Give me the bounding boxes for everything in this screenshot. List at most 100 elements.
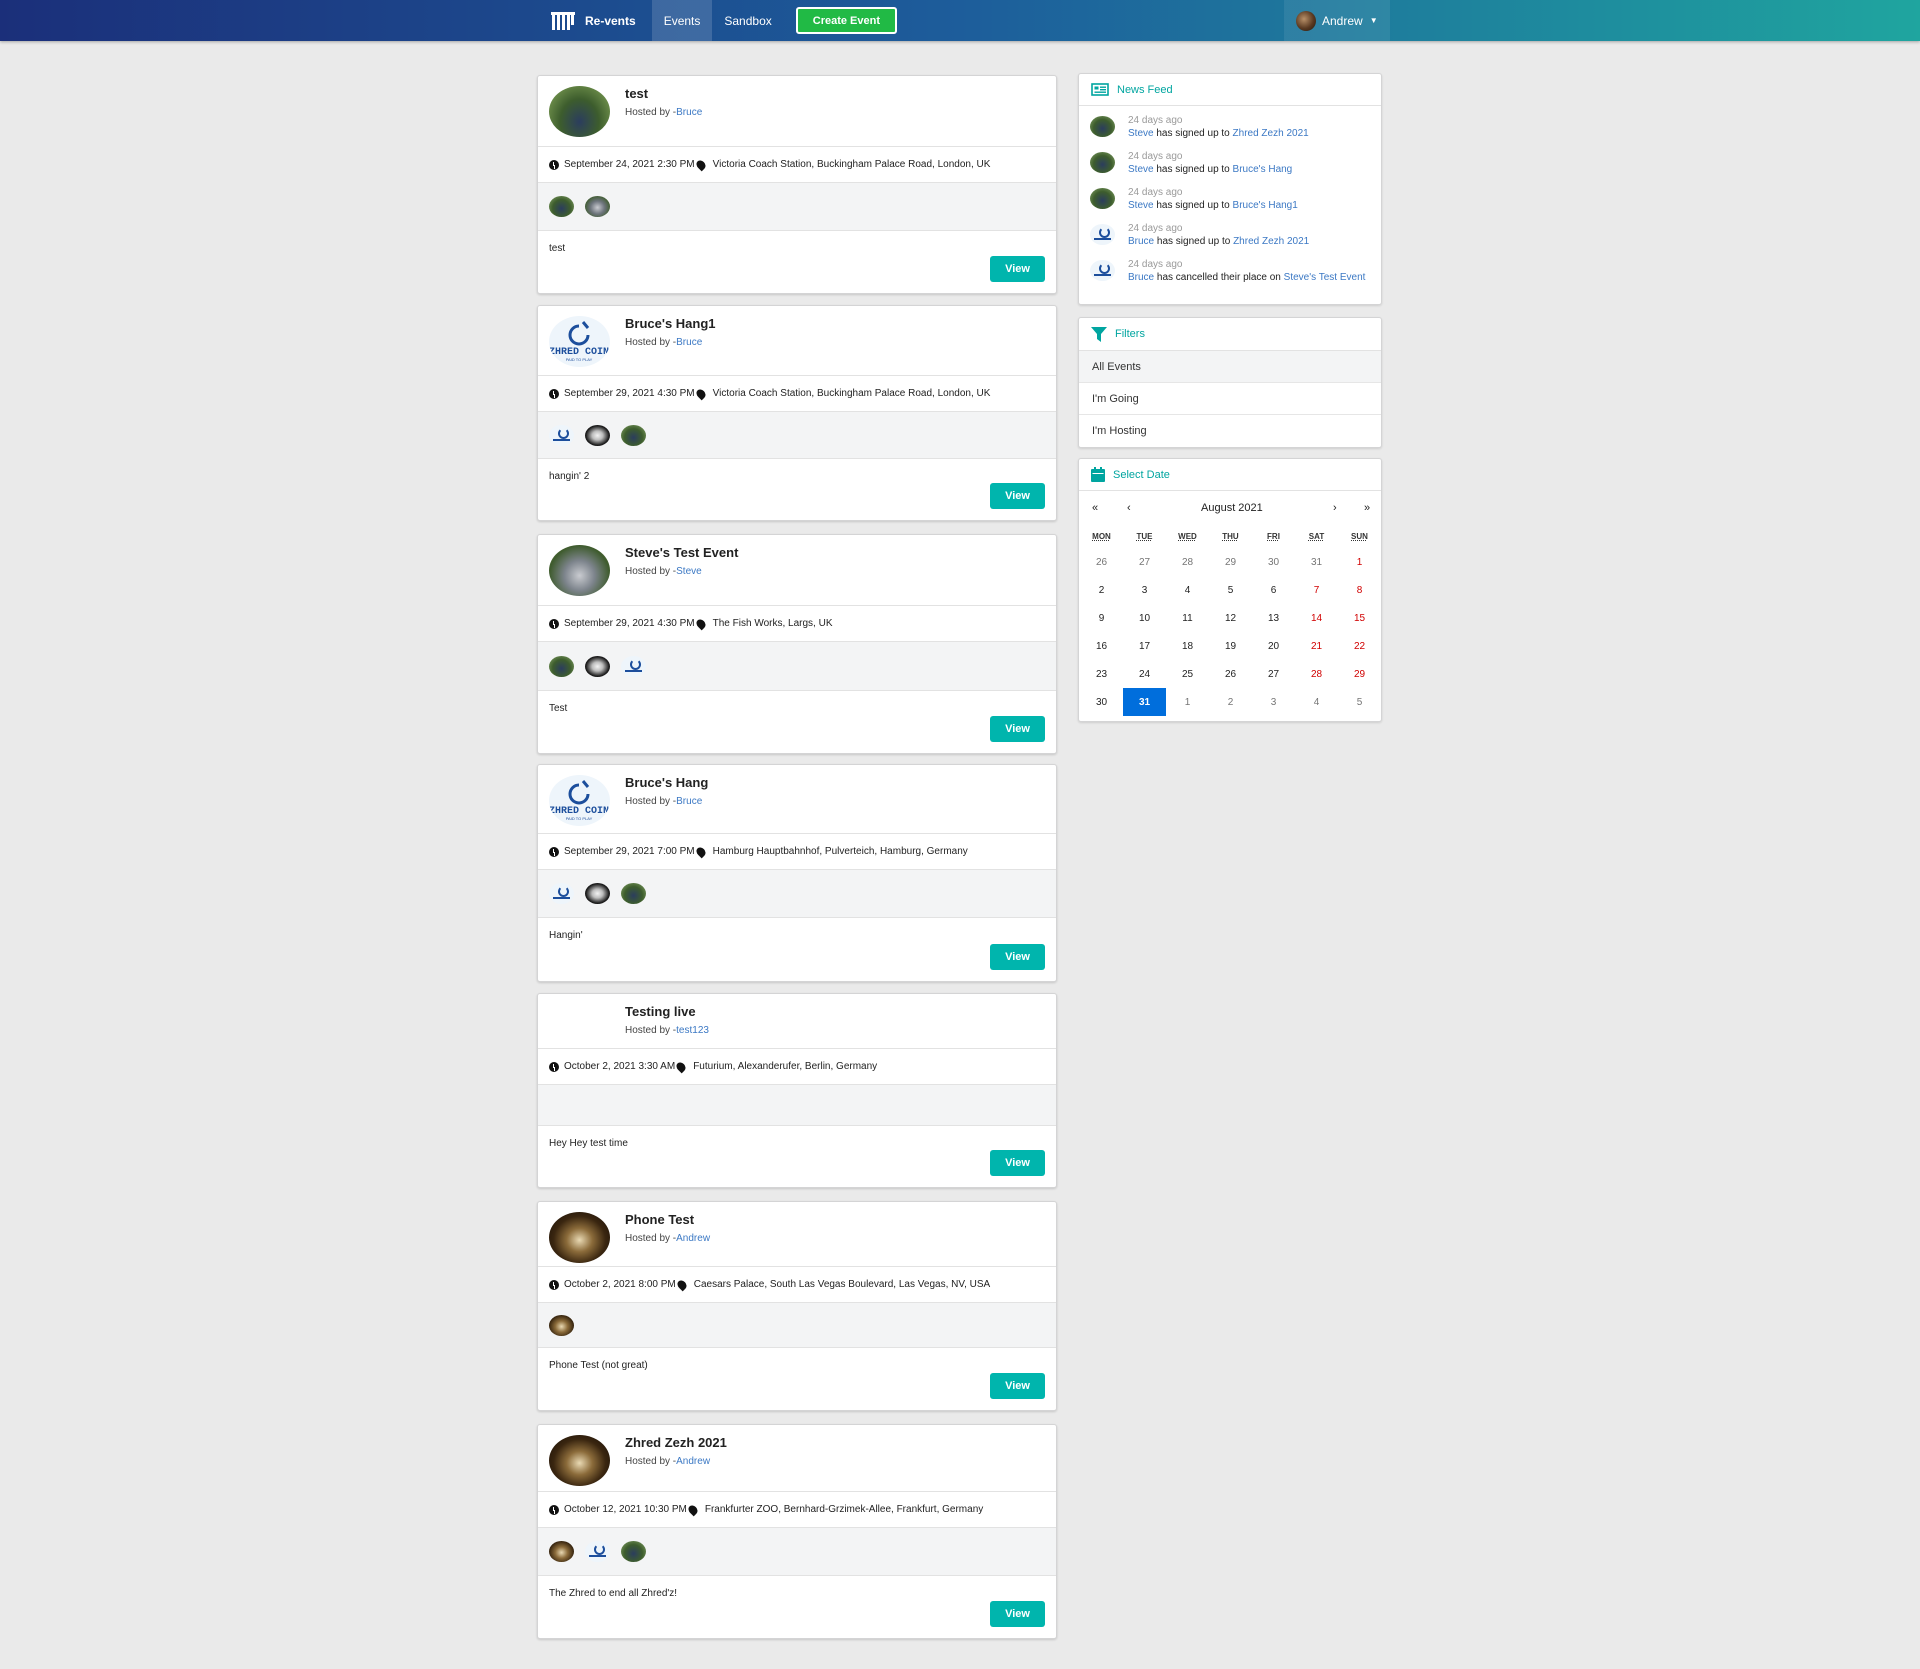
- calendar-day[interactable]: 16: [1080, 632, 1123, 660]
- attendee-avatar[interactable]: [585, 424, 610, 446]
- host-link[interactable]: test123: [676, 1025, 709, 1036]
- attendee-avatar[interactable]: [585, 1541, 610, 1562]
- calendar-day[interactable]: 4: [1295, 688, 1338, 716]
- filter-all-events[interactable]: All Events: [1079, 351, 1381, 383]
- filter-im-hosting[interactable]: I'm Hosting: [1079, 415, 1381, 447]
- attendee-avatar[interactable]: [549, 883, 574, 904]
- view-event-button[interactable]: View: [990, 483, 1045, 509]
- view-event-button[interactable]: View: [990, 944, 1045, 970]
- calendar-day[interactable]: 21: [1295, 632, 1338, 660]
- calendar-day[interactable]: 5: [1338, 688, 1381, 716]
- attendee-avatar[interactable]: [585, 883, 610, 904]
- calendar-day[interactable]: 27: [1252, 660, 1295, 688]
- calendar-day[interactable]: 24: [1123, 660, 1166, 688]
- calendar-day[interactable]: 5: [1209, 576, 1252, 604]
- calendar-day[interactable]: 14: [1295, 604, 1338, 632]
- feed-event-link[interactable]: Zhred Zezh 2021: [1233, 128, 1309, 139]
- attendee-avatar[interactable]: [585, 196, 610, 217]
- calendar-day[interactable]: 28: [1166, 548, 1209, 576]
- calendar-day[interactable]: 19: [1209, 632, 1252, 660]
- calendar-day[interactable]: 3: [1123, 576, 1166, 604]
- calendar-day[interactable]: 31: [1295, 548, 1338, 576]
- prev-year-button[interactable]: «: [1092, 502, 1098, 514]
- calendar-day[interactable]: 27: [1123, 548, 1166, 576]
- calendar-day[interactable]: 4: [1166, 576, 1209, 604]
- user-menu[interactable]: Andrew ▼: [1284, 0, 1390, 41]
- nav-sandbox[interactable]: Sandbox: [712, 0, 783, 41]
- attendee-avatar[interactable]: [585, 655, 610, 677]
- attendee-avatar[interactable]: [549, 196, 574, 217]
- attendee-avatar[interactable]: [621, 655, 646, 677]
- feed-event-link[interactable]: Steve's Test Event: [1284, 272, 1366, 283]
- calendar-day[interactable]: 18: [1166, 632, 1209, 660]
- host-link[interactable]: Bruce: [676, 107, 702, 118]
- feed-event-link[interactable]: Zhred Zezh 2021: [1233, 236, 1309, 247]
- attendee-avatar[interactable]: [549, 1541, 574, 1562]
- event-title[interactable]: test: [625, 86, 648, 101]
- view-event-button[interactable]: View: [990, 716, 1045, 742]
- event-title[interactable]: Zhred Zezh 2021: [625, 1435, 727, 1450]
- calendar-day[interactable]: 28: [1295, 660, 1338, 688]
- attendee-avatar[interactable]: [621, 1541, 646, 1562]
- calendar-day[interactable]: 2: [1209, 688, 1252, 716]
- calendar-day[interactable]: 13: [1252, 604, 1295, 632]
- feed-event-link[interactable]: Bruce's Hang: [1233, 164, 1293, 175]
- calendar-day[interactable]: 31: [1123, 688, 1166, 716]
- view-event-button[interactable]: View: [990, 256, 1045, 282]
- event-title[interactable]: Bruce's Hang: [625, 775, 708, 790]
- calendar-day[interactable]: 10: [1123, 604, 1166, 632]
- nav-events[interactable]: Events: [651, 0, 713, 41]
- feed-user-link[interactable]: Steve: [1128, 200, 1154, 211]
- host-link[interactable]: Bruce: [676, 796, 702, 807]
- host-link[interactable]: Steve: [676, 566, 702, 577]
- calendar-day[interactable]: 26: [1209, 660, 1252, 688]
- calendar-day[interactable]: 9: [1080, 604, 1123, 632]
- calendar-month-label[interactable]: August 2021: [1201, 502, 1263, 514]
- view-event-button[interactable]: View: [990, 1373, 1045, 1399]
- calendar-day[interactable]: 8: [1338, 576, 1381, 604]
- event-title[interactable]: Testing live: [625, 1004, 696, 1019]
- calendar-day[interactable]: 22: [1338, 632, 1381, 660]
- filter-im-going[interactable]: I'm Going: [1079, 383, 1381, 415]
- host-link[interactable]: Andrew: [676, 1456, 710, 1467]
- view-event-button[interactable]: View: [990, 1601, 1045, 1627]
- calendar-day[interactable]: 1: [1338, 548, 1381, 576]
- event-title[interactable]: Steve's Test Event: [625, 545, 738, 560]
- host-link[interactable]: Bruce: [676, 337, 702, 348]
- feed-user-link[interactable]: Steve: [1128, 164, 1154, 175]
- feed-user-link[interactable]: Bruce: [1128, 272, 1154, 283]
- calendar-day[interactable]: 1: [1166, 688, 1209, 716]
- host-link[interactable]: Andrew: [676, 1233, 710, 1244]
- view-event-button[interactable]: View: [990, 1150, 1045, 1176]
- calendar-day[interactable]: 12: [1209, 604, 1252, 632]
- next-year-button[interactable]: »: [1364, 502, 1370, 514]
- attendee-avatar[interactable]: [621, 883, 646, 904]
- event-title[interactable]: Bruce's Hang1: [625, 316, 716, 331]
- attendee-avatar[interactable]: [549, 1314, 574, 1336]
- calendar-day[interactable]: 15: [1338, 604, 1381, 632]
- next-month-button[interactable]: ›: [1333, 502, 1337, 514]
- create-event-button[interactable]: Create Event: [795, 7, 898, 34]
- calendar-day[interactable]: 25: [1166, 660, 1209, 688]
- calendar-day[interactable]: 30: [1252, 548, 1295, 576]
- calendar-day[interactable]: 30: [1080, 688, 1123, 716]
- attendee-avatar[interactable]: [549, 424, 574, 446]
- calendar-day[interactable]: 7: [1295, 576, 1338, 604]
- calendar-day[interactable]: 6: [1252, 576, 1295, 604]
- calendar-day[interactable]: 2: [1080, 576, 1123, 604]
- event-title[interactable]: Phone Test: [625, 1212, 694, 1227]
- feed-user-link[interactable]: Steve: [1128, 128, 1154, 139]
- calendar-day[interactable]: 29: [1209, 548, 1252, 576]
- attendee-avatar[interactable]: [621, 424, 646, 446]
- attendee-avatar[interactable]: [549, 655, 574, 677]
- calendar-day[interactable]: 11: [1166, 604, 1209, 632]
- calendar-day[interactable]: 20: [1252, 632, 1295, 660]
- calendar-day[interactable]: 3: [1252, 688, 1295, 716]
- prev-month-button[interactable]: ‹: [1127, 502, 1131, 514]
- feed-user-link[interactable]: Bruce: [1128, 236, 1154, 247]
- calendar-day[interactable]: 17: [1123, 632, 1166, 660]
- brand-link[interactable]: Re-vents: [537, 0, 652, 41]
- calendar-day[interactable]: 26: [1080, 548, 1123, 576]
- calendar-day[interactable]: 23: [1080, 660, 1123, 688]
- calendar-day[interactable]: 29: [1338, 660, 1381, 688]
